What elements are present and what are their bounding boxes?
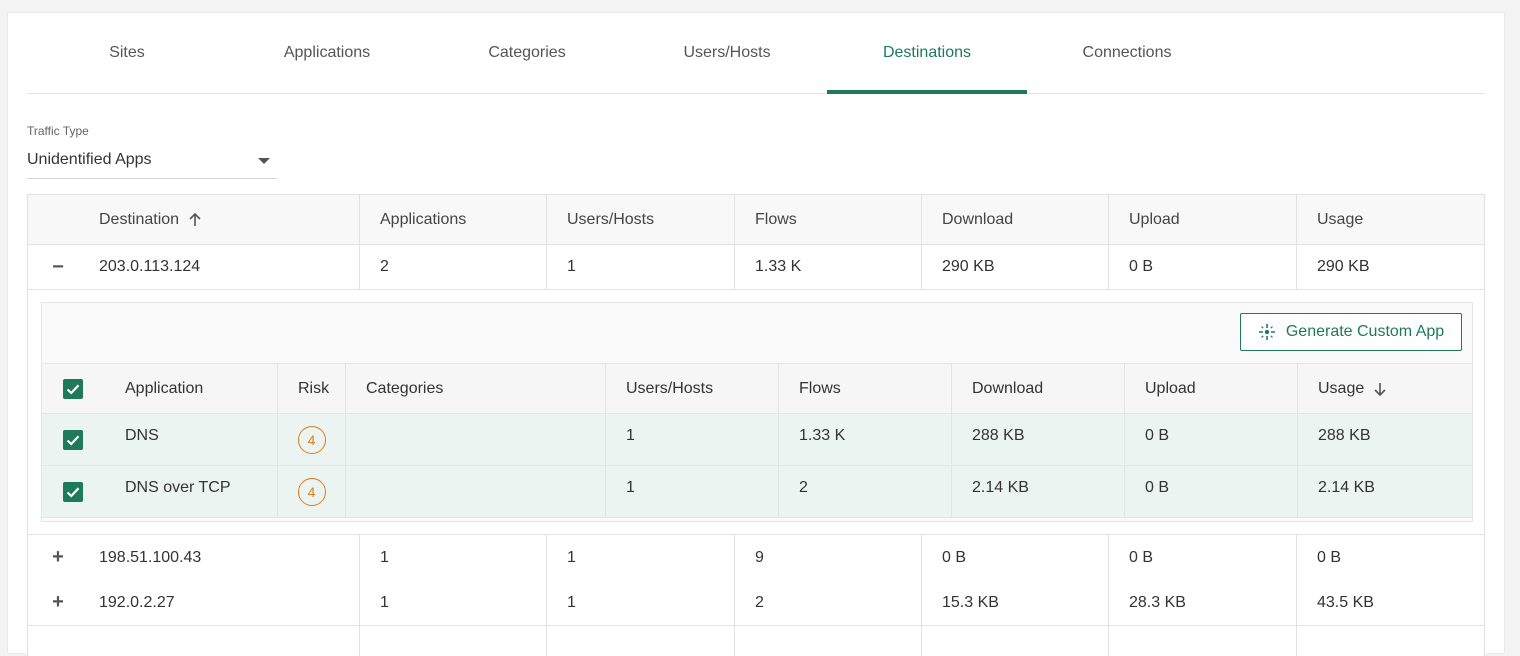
col-upload-header[interactable]: Upload — [1108, 195, 1296, 244]
flows-cell: 9 — [734, 535, 921, 580]
risk-cell: 4 — [277, 466, 345, 517]
table-row[interactable]: + 198.51.100.43 1 1 9 0 B 0 B 0 B — [28, 534, 1484, 581]
col-flows-header[interactable]: Flows — [734, 195, 921, 244]
users-hosts-cell: 1 — [546, 580, 734, 625]
destination-cell: 203.0.113.124 — [99, 258, 201, 275]
col-users-hosts-header[interactable]: Users/Hosts — [605, 364, 778, 413]
users-hosts-cell: 1 — [605, 466, 778, 517]
usage-cell: 2.14 KB — [1297, 466, 1472, 517]
upload-cell: 0 B — [1108, 535, 1296, 580]
generate-custom-app-label: Generate Custom App — [1285, 323, 1445, 340]
caret-down-icon — [258, 158, 270, 164]
destinations-table: Destination Applications Users/Hosts Flo… — [27, 194, 1485, 656]
col-application-header[interactable]: Application — [125, 364, 277, 413]
traffic-type-value: Unidentified Apps — [27, 151, 152, 168]
tab-destinations[interactable]: Destinations — [827, 13, 1027, 94]
arrow-down-icon — [1374, 382, 1386, 396]
application-name-cell: DNS over TCP — [125, 479, 231, 496]
col-users-hosts-header[interactable]: Users/Hosts — [546, 195, 734, 244]
table-row[interactable] — [28, 626, 1484, 656]
checkmark-icon — [66, 487, 80, 498]
header-label: Usage — [1318, 379, 1365, 397]
upload-cell: 0 B — [1124, 414, 1297, 465]
upload-cell: 0 B — [1108, 245, 1296, 289]
row-divider — [546, 626, 734, 656]
row-divider — [921, 626, 1108, 656]
download-cell: 288 KB — [951, 414, 1124, 465]
expand-icon[interactable]: + — [44, 535, 72, 580]
tab-applications[interactable]: Applications — [227, 13, 427, 93]
col-destination-header[interactable]: Destination — [99, 195, 359, 244]
application-name-cell: DNS — [125, 427, 159, 444]
col-download-header[interactable]: Download — [921, 195, 1108, 244]
select-all-checkbox[interactable] — [63, 379, 83, 399]
applications-cell: 1 — [359, 535, 546, 580]
tab-sites[interactable]: Sites — [27, 13, 227, 93]
applications-cell: 2 — [359, 245, 546, 289]
col-categories-header[interactable]: Categories — [345, 364, 605, 413]
usage-cell: 290 KB — [1296, 245, 1484, 289]
traffic-type-select[interactable]: Unidentified Apps — [27, 149, 277, 179]
col-applications-header[interactable]: Applications — [359, 195, 546, 244]
usage-cell: 288 KB — [1297, 414, 1472, 465]
application-row[interactable]: DNS over TCP 4 1 2 2.14 KB 0 B 2.14 KB — [42, 466, 1472, 518]
table-row[interactable]: − 203.0.113.124 2 1 1.33 K 290 KB 0 B 29… — [28, 245, 1484, 290]
download-cell: 290 KB — [921, 245, 1108, 289]
row-divider — [1296, 626, 1484, 656]
col-upload-header[interactable]: Upload — [1124, 364, 1297, 413]
upload-cell: 28.3 KB — [1108, 580, 1296, 625]
table-header: Destination Applications Users/Hosts Flo… — [28, 195, 1484, 245]
col-usage-header[interactable]: Usage — [1296, 195, 1484, 244]
col-usage-header[interactable]: Usage — [1297, 364, 1472, 413]
usage-cell: 43.5 KB — [1296, 580, 1484, 625]
row-divider — [734, 626, 921, 656]
upload-cell: 0 B — [1124, 466, 1297, 517]
col-risk-header[interactable]: Risk — [277, 364, 345, 413]
users-hosts-cell: 1 — [546, 535, 734, 580]
checkmark-icon — [66, 435, 80, 446]
tab-bar: Sites Applications Categories Users/Host… — [27, 13, 1485, 94]
traffic-type-label: Traffic Type — [27, 124, 89, 138]
destination-cell: 192.0.2.27 — [99, 593, 175, 611]
generate-custom-app-button[interactable]: Generate Custom App — [1240, 313, 1462, 351]
applications-cell: 1 — [359, 580, 546, 625]
arrow-up-icon — [189, 212, 201, 226]
users-hosts-cell: 1 — [605, 414, 778, 465]
download-cell: 15.3 KB — [921, 580, 1108, 625]
tab-categories[interactable]: Categories — [427, 13, 627, 93]
table-row[interactable]: + 192.0.2.27 1 1 2 15.3 KB 28.3 KB 43.5 … — [28, 580, 1484, 626]
application-row[interactable]: DNS 4 1 1.33 K 288 KB 0 B 288 KB — [42, 414, 1472, 466]
row-divider — [1108, 626, 1296, 656]
flows-cell: 2 — [778, 466, 951, 517]
destinations-card: Sites Applications Categories Users/Host… — [8, 13, 1504, 656]
col-download-header[interactable]: Download — [951, 364, 1124, 413]
usage-cell: 0 B — [1296, 535, 1484, 580]
risk-cell: 4 — [277, 414, 345, 465]
detail-table-header: Application Risk Categories Users/Hosts … — [42, 363, 1472, 414]
checkmark-icon — [66, 384, 80, 395]
row-divider — [359, 626, 546, 656]
destination-cell: 198.51.100.43 — [99, 548, 202, 566]
risk-badge: 4 — [297, 477, 326, 506]
flows-cell: 1.33 K — [778, 414, 951, 465]
users-hosts-cell: 1 — [546, 245, 734, 289]
row-checkbox[interactable] — [63, 482, 83, 502]
download-cell: 0 B — [921, 535, 1108, 580]
tab-connections[interactable]: Connections — [1027, 13, 1227, 93]
sparkle-icon — [1258, 324, 1275, 340]
collapse-icon[interactable]: − — [44, 245, 72, 289]
categories-cell — [345, 466, 605, 517]
header-label: Destination — [99, 210, 180, 228]
tab-users-hosts[interactable]: Users/Hosts — [627, 13, 827, 93]
flows-cell: 1.33 K — [734, 245, 921, 289]
row-checkbox[interactable] — [63, 430, 83, 450]
application-detail-panel: Generate Custom App Application Risk Cat… — [41, 302, 1473, 522]
risk-badge: 4 — [297, 425, 326, 454]
expand-icon[interactable]: + — [44, 580, 72, 625]
download-cell: 2.14 KB — [951, 466, 1124, 517]
categories-cell — [345, 414, 605, 465]
flows-cell: 2 — [734, 580, 921, 625]
col-flows-header[interactable]: Flows — [778, 364, 951, 413]
